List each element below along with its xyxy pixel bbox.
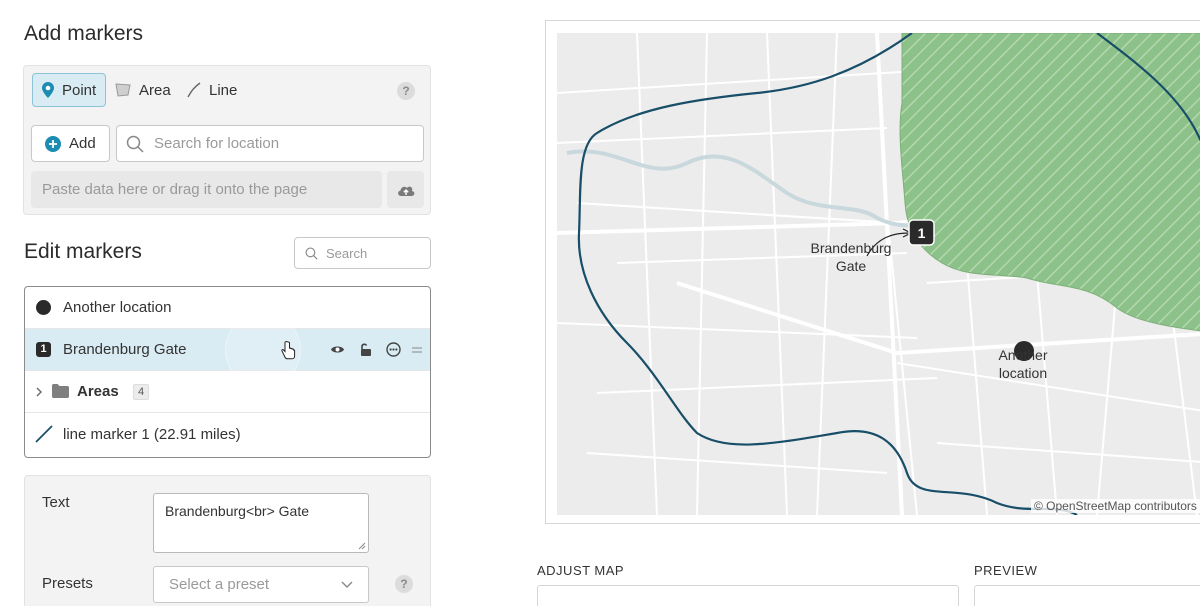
area-count-badge: 4 [133,384,149,400]
drag-handle-icon[interactable] [412,346,422,354]
search-icon [126,135,144,153]
line-type-button[interactable]: Line [178,73,246,107]
edit-markers-heading: Edit markers [24,240,142,263]
paste-data-field[interactable]: Paste data here or drag it onto the page [31,171,382,208]
add-markers-heading: Add markers [24,22,144,45]
hand-cursor-icon [281,341,296,360]
map-attribution[interactable]: © OpenStreetMap contributors [1031,499,1200,513]
presets-help-icon[interactable]: ? [395,575,413,593]
map-label-line: Brandenburg [810,240,892,256]
list-item-brandenburg-gate[interactable]: 1 Brandenburg Gate [25,312,430,388]
point-type-button[interactable]: Point [32,73,107,107]
marker-search-input[interactable]: Search [294,237,431,269]
marker-text-value: Brandenburg<br> Gate [165,503,309,519]
presets-label: Presets [42,575,93,592]
pin-icon [42,82,54,98]
marker-list: Another location 1 Brandenburg Gate Area… [24,286,431,458]
number-marker-icon: 1 [36,342,51,357]
text-field-label: Text [42,494,70,511]
point-type-label: Point [62,81,97,99]
chevron-down-icon [341,581,353,588]
marker-search-placeholder: Search [326,245,368,261]
folder-icon [52,384,69,398]
line-icon [187,82,201,98]
list-item-line-marker[interactable]: line marker 1 (22.91 miles) [25,413,430,455]
list-item-another-location[interactable]: Another location [25,287,430,329]
map-label-line: Another [998,347,1048,363]
add-markers-panel: Point Area Line ? Add Search for locatio… [23,65,431,215]
map-label-line: Gate [835,258,867,274]
area-type-button[interactable]: Area [106,73,180,107]
map-label-line: location [998,365,1048,381]
preview-panel [974,585,1200,606]
unlock-icon[interactable] [359,342,372,357]
line-type-label: Line [209,81,238,99]
search-icon [305,247,318,260]
area-icon [115,83,131,97]
list-item-label: Areas [77,383,119,400]
dot-icon [36,300,51,315]
list-item-areas-folder[interactable]: Areas 4 [25,371,430,413]
list-item-label: Another location [63,299,172,316]
add-button-label: Add [69,135,96,152]
preset-select[interactable]: Select a preset [153,566,369,603]
map-label-another-location: Another location [973,346,1073,382]
add-button[interactable]: Add [31,125,110,162]
marker-settings-panel: Text Brandenburg<br> Gate Presets Select… [24,475,431,606]
help-icon[interactable]: ? [397,82,415,100]
preset-select-placeholder: Select a preset [169,576,270,593]
map-label-brandenburg-gate: Brandenburg Gate [801,239,901,275]
resize-handle-icon[interactable] [358,542,366,550]
marker-text-area[interactable]: Brandenburg<br> Gate [153,493,369,553]
numbered-marker-label: 1 [918,225,926,241]
list-item-label: line marker 1 (22.91 miles) [63,425,241,443]
eye-icon[interactable] [330,344,345,355]
adjust-map-heading: ADJUST MAP [537,563,625,578]
area-type-label: Area [139,81,171,99]
cloud-upload-icon [397,186,414,196]
paste-data-placeholder: Paste data here or drag it onto the page [42,181,308,198]
preview-heading: PREVIEW [974,563,1038,578]
line-icon [35,425,53,443]
plus-circle-icon [45,135,61,152]
map-view[interactable]: 1 Brandenburg Gate Another location [545,20,1200,524]
upload-button[interactable] [387,171,424,208]
location-search-input[interactable]: Search for location [116,125,424,162]
chevron-right-icon[interactable] [35,387,43,397]
adjust-map-panel [537,585,959,606]
list-item-label: Brandenburg Gate [63,341,187,358]
location-search-placeholder: Search for location [154,135,280,152]
more-options-icon[interactable] [386,342,401,357]
